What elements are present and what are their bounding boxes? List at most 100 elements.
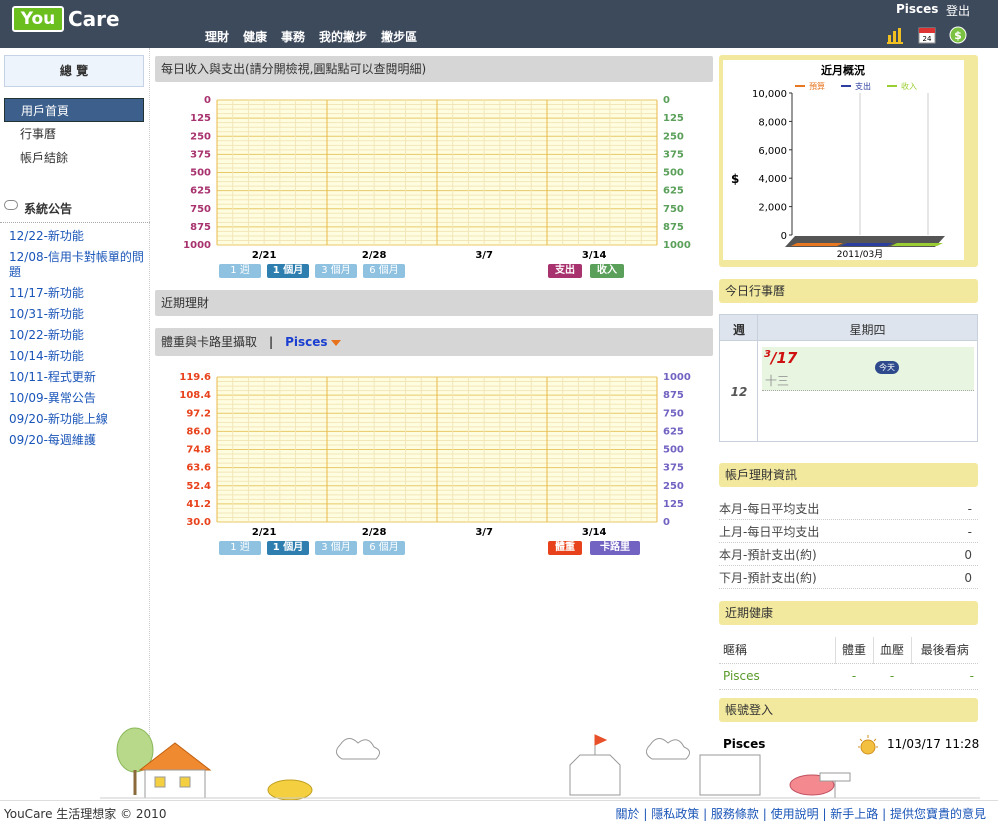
y-tick-label-left: 375 (190, 149, 211, 160)
y-tick-label-right: 1000 (663, 240, 691, 251)
finance-row: 本月-預計支出(約) 0 (719, 544, 978, 566)
announcement-item[interactable]: 09/20-新功能上線 (9, 412, 147, 427)
y-tick-label-right: 500 (663, 168, 684, 179)
announcement-title: 系統公告 (4, 200, 72, 217)
chart-icon[interactable] (886, 26, 904, 44)
nav-tips-area[interactable]: 撇步區 (381, 28, 417, 45)
range-1-month-button[interactable]: 1 個月 (267, 264, 309, 278)
sidebar-item-calendar[interactable]: 行事曆 (4, 122, 144, 146)
y-tick-label-right: 375 (663, 149, 684, 160)
range-3-month-button[interactable]: 3 個月 (315, 541, 357, 555)
y-tick-label-right: 250 (663, 131, 684, 142)
decorative-town-illustration (100, 727, 980, 800)
monthly-summary-chart-area: 近月概況 預算 支出 收入 10,000 8,000 6,000 4,000 2,000 0 … (723, 60, 964, 260)
range-6-month-button[interactable]: 6 個月 (363, 264, 405, 278)
nav-affairs[interactable]: 事務 (281, 28, 305, 45)
user-name[interactable]: Pisces (896, 2, 938, 16)
week-number: 12 (730, 385, 748, 399)
finance-label: 本月-每日平均支出 (719, 502, 820, 516)
y-tick-label-left: 119.6 (179, 372, 211, 383)
expense-toggle-button[interactable]: 支出 (548, 264, 582, 278)
footer-link-privacy[interactable]: 隱私政策 (651, 807, 699, 821)
y-tick-label-right: 625 (663, 426, 684, 437)
announcement-item[interactable]: 12/22-新功能 (9, 229, 147, 244)
announcement-item[interactable]: 12/08-信用卡對帳單的問題 (9, 250, 147, 280)
announcement-item[interactable]: 10/11-程式更新 (9, 370, 147, 385)
y-tick-label: 10,000 (752, 89, 787, 100)
bar (891, 243, 943, 246)
sun-icon (858, 735, 878, 755)
monthly-summary-panel: 近月概況 預算 支出 收入 10,000 8,000 6,000 4,000 2,000 0 … (719, 55, 978, 267)
nav-my-tips[interactable]: 我的撇步 (319, 28, 367, 45)
announcement-item[interactable]: 09/20-每週維護 (9, 433, 147, 448)
range-1-month-button[interactable]: 1 個月 (267, 541, 309, 555)
announcement-item[interactable]: 10/31-新功能 (9, 307, 147, 322)
calendar-icon[interactable]: 24 (918, 26, 936, 44)
y-tick-label-left: 1000 (183, 240, 211, 251)
nav-finance[interactable]: 理財 (205, 28, 229, 45)
logo-you: You (12, 6, 64, 32)
y-tick-label: 4,000 (758, 174, 787, 185)
nav-health[interactable]: 健康 (243, 28, 267, 45)
weight-calorie-title: 體重與卡路里攝取 (161, 335, 258, 349)
today-badge[interactable]: 今天 (875, 361, 899, 374)
footer-link-newbie[interactable]: 新手上路 (830, 807, 878, 821)
footer-link-help[interactable]: 使用說明 (771, 807, 819, 821)
announcement-item[interactable]: 10/22-新功能 (9, 328, 147, 343)
announcement-title-text: 系統公告 (24, 202, 73, 216)
sidebar-item-balance[interactable]: 帳戶結餘 (4, 146, 144, 170)
overview-tab[interactable]: 總 覽 (4, 55, 144, 87)
y-tick-label: 0 (781, 231, 787, 242)
announcement-item[interactable]: 11/17-新功能 (9, 286, 147, 301)
x-tick-label: 2/21 (252, 527, 277, 537)
y-tick-label: 8,000 (758, 117, 787, 128)
y-tick-label-left: 97.2 (186, 408, 211, 419)
footer-link-feedback[interactable]: 提供您寶貴的意見 (890, 807, 986, 821)
money-icon[interactable]: $ (949, 26, 967, 44)
y-tick-label-left: 74.8 (186, 445, 211, 456)
bar (791, 243, 843, 246)
today-month: 3 (764, 349, 771, 360)
y-axis-label: $ (731, 172, 739, 186)
footer-link-terms[interactable]: 服務條款 (711, 807, 759, 821)
dropdown-arrow-icon[interactable] (331, 339, 342, 346)
legend-label: 支出 (855, 81, 871, 91)
today-day: 17 (776, 349, 798, 367)
range-1-week-button[interactable]: 1 週 (219, 541, 261, 555)
health-last-visit: - (911, 663, 978, 690)
finance-label: 上月-每日平均支出 (719, 525, 820, 539)
calendar-icon-day: 24 (923, 35, 932, 43)
legend-label: 預算 (809, 81, 825, 91)
range-6-month-button[interactable]: 6 個月 (363, 541, 405, 555)
sidebar-item-home[interactable]: 用戶首頁 (4, 98, 144, 122)
y-tick-label-right: 375 (663, 463, 684, 474)
weight-calorie-header: 體重與卡路里攝取 | Pisces (155, 328, 713, 356)
announcement-item[interactable]: 10/09-異常公告 (9, 391, 147, 406)
announcement-item[interactable]: 10/14-新功能 (9, 349, 147, 364)
user-selector[interactable]: Pisces (285, 335, 327, 349)
x-tick-label: 2/28 (362, 250, 387, 260)
account-login-header: 帳號登入 (719, 698, 978, 722)
range-1-week-button[interactable]: 1 週 (219, 264, 261, 278)
finance-value: - (967, 525, 972, 539)
copyright: YouCare 生活理想家 © 2010 (4, 807, 167, 821)
weight-toggle-button[interactable]: 體重 (548, 541, 582, 555)
footer: YouCare 生活理想家 © 2010 關於 | 隱私政策 | 服務條款 | … (0, 800, 998, 828)
y-tick-label-left: 250 (190, 131, 211, 142)
column-header: 暱稱 (719, 637, 836, 664)
y-tick-label-left: 30.0 (186, 517, 211, 528)
x-tick-label: 3/14 (582, 527, 607, 537)
logout-link[interactable]: 登出 (946, 2, 970, 19)
x-tick-label: 3/7 (475, 250, 493, 260)
income-toggle-button[interactable]: 收入 (590, 264, 624, 278)
calorie-toggle-button[interactable]: 卡路里 (590, 541, 640, 555)
legend-label: 收入 (901, 81, 917, 91)
health-nickname[interactable]: Pisces (719, 663, 835, 690)
y-tick-label-left: 41.2 (186, 499, 211, 510)
youcare-logo[interactable]: You Care (12, 6, 122, 34)
range-3-month-button[interactable]: 3 個月 (315, 264, 357, 278)
footer-link-about[interactable]: 關於 (616, 807, 640, 821)
x-tick-label: 2/28 (362, 527, 387, 537)
footer-links: 關於 | 隱私政策 | 服務條款 | 使用說明 | 新手上路 | 提供您寶貴的意… (615, 807, 986, 821)
column-header: 最後看病 (911, 637, 978, 664)
